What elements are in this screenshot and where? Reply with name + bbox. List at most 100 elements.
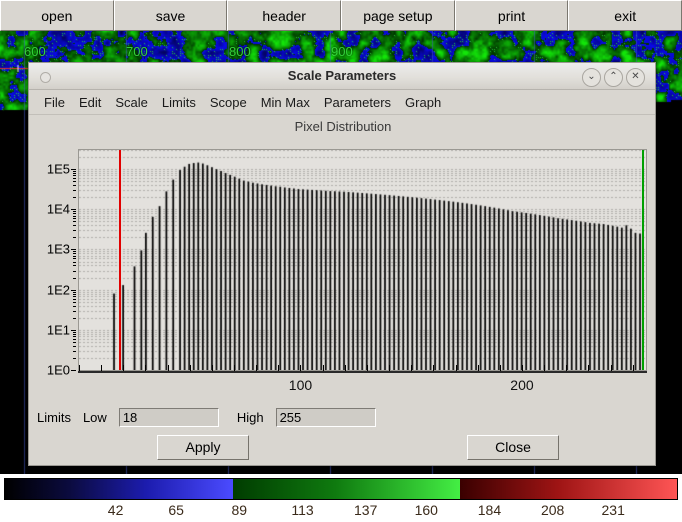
- x-tick: [300, 365, 302, 371]
- y-tick-minor: [73, 333, 76, 335]
- y-tick-minor: [73, 317, 76, 319]
- histogram-plot-area[interactable]: [78, 149, 647, 371]
- menu-item-scope[interactable]: Scope: [203, 93, 254, 112]
- x-tick: [632, 365, 634, 371]
- colorbar-segment-red: [460, 479, 677, 499]
- colorbar-label-160: 160: [414, 502, 438, 518]
- y-tick-minor: [73, 185, 76, 187]
- x-axis-line: [78, 371, 647, 373]
- x-tick: [411, 365, 413, 371]
- y-tick-minor: [73, 197, 76, 199]
- menu-item-graph[interactable]: Graph: [398, 93, 448, 112]
- toolbar-save-button[interactable]: save: [113, 0, 228, 31]
- x-tick-label-100: 100: [288, 377, 313, 393]
- y-tick-minor: [73, 357, 76, 359]
- colorbar-label-89: 89: [231, 502, 248, 518]
- toolbar-exit-button[interactable]: exit: [568, 0, 682, 31]
- dialog-titlebar[interactable]: Scale Parameters ⌄ ⌃ ✕: [29, 63, 655, 90]
- toolbar-header-button[interactable]: header: [227, 0, 342, 31]
- y-tick-minor: [73, 218, 76, 220]
- y-tick-label-1E3: 1E3: [46, 241, 70, 257]
- y-tick-minor: [73, 173, 76, 175]
- dialog-menubar: File Edit Scale Limits Scope Min Max Parameter…: [29, 90, 655, 115]
- y-tick-major: [71, 370, 76, 371]
- close-icon[interactable]: ✕: [626, 68, 645, 87]
- x-tick: [256, 365, 258, 371]
- x-tick: [189, 365, 191, 371]
- y-tick-minor: [73, 213, 76, 215]
- menu-item-edit[interactable]: Edit: [72, 93, 108, 112]
- y-tick-minor: [73, 215, 76, 217]
- y-tick-minor: [73, 265, 76, 267]
- colorbar-gradient[interactable]: [4, 478, 678, 500]
- y-tick-minor: [73, 338, 76, 340]
- close-button[interactable]: Close: [467, 435, 559, 460]
- high-limit-input[interactable]: [275, 407, 376, 427]
- y-tick-minor: [73, 293, 76, 295]
- menu-item-min-max[interactable]: Min Max: [254, 93, 317, 112]
- y-tick-minor: [73, 336, 76, 338]
- menu-item-limits[interactable]: Limits: [155, 93, 203, 112]
- colorbar-label-231: 231: [601, 502, 625, 518]
- y-tick-label-1E5: 1E5: [46, 161, 70, 177]
- app-root: open save header page setup print exit 600 70…: [0, 0, 682, 522]
- y-tick-minor: [73, 277, 76, 279]
- colorbar-label-137: 137: [354, 502, 378, 518]
- x-tick: [145, 365, 147, 371]
- limits-group-label: Limits: [37, 409, 71, 425]
- y-tick-minor: [73, 270, 76, 272]
- x-tick-label-200: 200: [510, 377, 534, 393]
- x-tick: [499, 365, 501, 371]
- y-tick-minor: [73, 345, 76, 347]
- colorbar-segment-green: [233, 479, 460, 499]
- colorbar-panel: 42 65 89 113 137 160 184 208 231: [0, 474, 682, 522]
- y-tick-minor: [73, 261, 76, 263]
- y-tick-label-1E1: 1E1: [46, 322, 70, 338]
- x-tick: [389, 365, 391, 371]
- y-tick-major: [71, 329, 76, 331]
- colorbar-label-65: 65: [168, 502, 184, 518]
- low-limit-marker-line: [119, 150, 121, 370]
- y-tick-label-1E2: 1E2: [46, 282, 70, 298]
- menu-item-file[interactable]: File: [37, 93, 72, 112]
- high-limit-label: High: [236, 409, 264, 425]
- x-tick: [234, 365, 236, 371]
- x-tick: [544, 365, 546, 371]
- x-tick: [455, 365, 457, 371]
- x-tick: [610, 365, 612, 371]
- menu-item-parameters[interactable]: Parameters: [317, 93, 398, 112]
- chevron-up-icon[interactable]: ⌃: [604, 68, 623, 87]
- menu-item-scale[interactable]: Scale: [108, 93, 155, 112]
- limits-controls-row: Limits Low High: [29, 404, 657, 430]
- x-tick: [566, 365, 568, 371]
- x-tick: [167, 365, 169, 371]
- y-tick-minor: [73, 310, 76, 312]
- toolbar-open-button[interactable]: open: [0, 0, 114, 31]
- toolbar-page-setup-button[interactable]: page setup: [341, 0, 455, 31]
- y-tick-minor: [73, 171, 76, 172]
- y-tick-minor: [73, 258, 76, 260]
- apply-button[interactable]: Apply: [157, 435, 249, 460]
- chevron-down-icon[interactable]: ⌄: [582, 68, 601, 87]
- y-tick-minor: [73, 221, 76, 223]
- y-tick-major: [71, 209, 76, 211]
- chart-title: Pixel Distribution: [294, 119, 392, 134]
- colorbar-label-42: 42: [107, 502, 124, 518]
- histogram-canvas: [79, 150, 646, 370]
- y-tick-minor: [73, 181, 76, 183]
- y-tick-major: [71, 289, 76, 291]
- low-limit-input[interactable]: [118, 407, 219, 427]
- y-tick-minor: [73, 230, 76, 232]
- y-tick-minor: [73, 298, 76, 300]
- y-tick-minor: [73, 331, 76, 333]
- x-tick: [433, 365, 435, 371]
- toolbar-print-button[interactable]: print: [454, 0, 569, 31]
- dialog-button-row: Apply Close: [29, 435, 657, 463]
- colorbar-label-184: 184: [477, 502, 502, 518]
- y-tick-minor: [73, 190, 76, 192]
- x-tick: [366, 365, 368, 371]
- low-limit-label: Low: [82, 409, 107, 425]
- y-tick-minor: [73, 255, 76, 257]
- x-tick: [211, 365, 213, 371]
- colorbar-tick-labels: 42 65 89 113 137 160 184 208 231: [0, 502, 682, 522]
